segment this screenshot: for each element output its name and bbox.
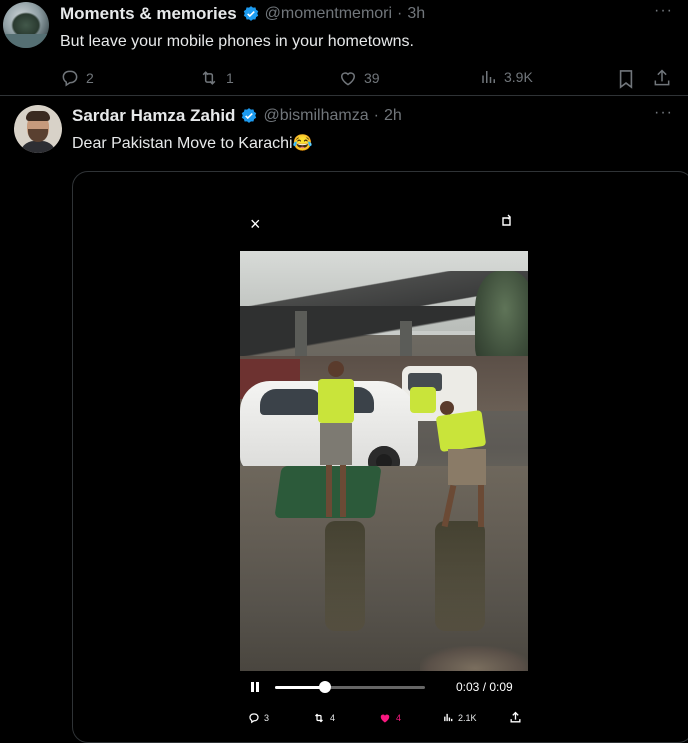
share-icon [509, 711, 522, 724]
views-count: 3.9K [504, 69, 533, 85]
views-count: 2.1K [458, 712, 477, 723]
handle[interactable]: @bismilhamza [263, 107, 368, 125]
repost-count: 4 [330, 713, 336, 723]
repost-count: 1 [226, 70, 234, 86]
reply-icon [60, 68, 80, 88]
more-options-button[interactable]: ··· [654, 104, 673, 122]
bookmark-icon [617, 69, 635, 89]
like-count: 39 [364, 70, 380, 86]
views-button[interactable]: 3.9K [480, 68, 533, 86]
separator: · [373, 107, 379, 124]
duration: 0:09 [489, 680, 513, 694]
timestamp[interactable]: 2h [384, 107, 402, 125]
share-icon [652, 68, 672, 88]
handle[interactable]: @momentmemori [265, 5, 392, 23]
tweet-text: Dear Pakistan Move to Karachi😂 [72, 133, 312, 153]
time-separator: / [479, 680, 490, 694]
like-icon [378, 712, 392, 724]
progress-fill [275, 686, 325, 689]
display-name[interactable]: Moments & memories [60, 4, 237, 24]
repost-icon [312, 712, 326, 724]
views-icon [443, 712, 454, 723]
rotate-icon[interactable] [500, 214, 514, 228]
progress-scrubber[interactable] [319, 681, 331, 693]
timestamp[interactable]: 3h [407, 5, 425, 23]
like-button[interactable]: 4 [378, 712, 401, 724]
views-button[interactable]: 2.1K [443, 712, 477, 723]
current-time: 0:03 [456, 680, 480, 694]
tweet-header: Moments & memories @momentmemori · 3h [60, 4, 425, 24]
separator: · [397, 5, 403, 22]
tweet-text: But leave your mobile phones in your hom… [60, 33, 414, 50]
verified-badge-icon [240, 107, 258, 125]
repost-button[interactable]: 4 [312, 712, 335, 724]
divider [0, 95, 688, 96]
repost-icon [198, 68, 220, 88]
reply-button[interactable]: 2 [60, 68, 94, 88]
tweet-header: Sardar Hamza Zahid @bismilhamza · 2h [72, 106, 402, 126]
views-icon [480, 68, 498, 86]
display-name[interactable]: Sardar Hamza Zahid [72, 106, 235, 126]
like-icon [338, 68, 358, 88]
repost-button[interactable]: 1 [198, 68, 234, 88]
avatar[interactable] [3, 2, 49, 48]
laughing-emoji: 😂 [292, 135, 313, 152]
avatar[interactable] [14, 105, 62, 153]
pause-button[interactable] [249, 681, 261, 693]
reply-count: 3 [264, 713, 270, 723]
reply-count: 2 [86, 70, 94, 86]
more-options-button[interactable]: ··· [654, 2, 673, 20]
share-button[interactable] [509, 711, 522, 724]
verified-badge-icon [242, 5, 260, 23]
close-icon[interactable]: × [250, 214, 261, 235]
reply-button[interactable]: 3 [248, 712, 269, 724]
reply-icon [248, 712, 260, 724]
tweet-text-body: Dear Pakistan Move to Karachi [72, 135, 293, 152]
bookmark-button[interactable] [617, 69, 635, 89]
pause-icon [249, 681, 261, 693]
share-button[interactable] [652, 68, 672, 88]
video-time: 0:03 / 0:09 [456, 680, 513, 694]
like-count: 4 [396, 713, 402, 723]
like-button[interactable]: 39 [338, 68, 380, 88]
video-player[interactable] [240, 251, 528, 671]
